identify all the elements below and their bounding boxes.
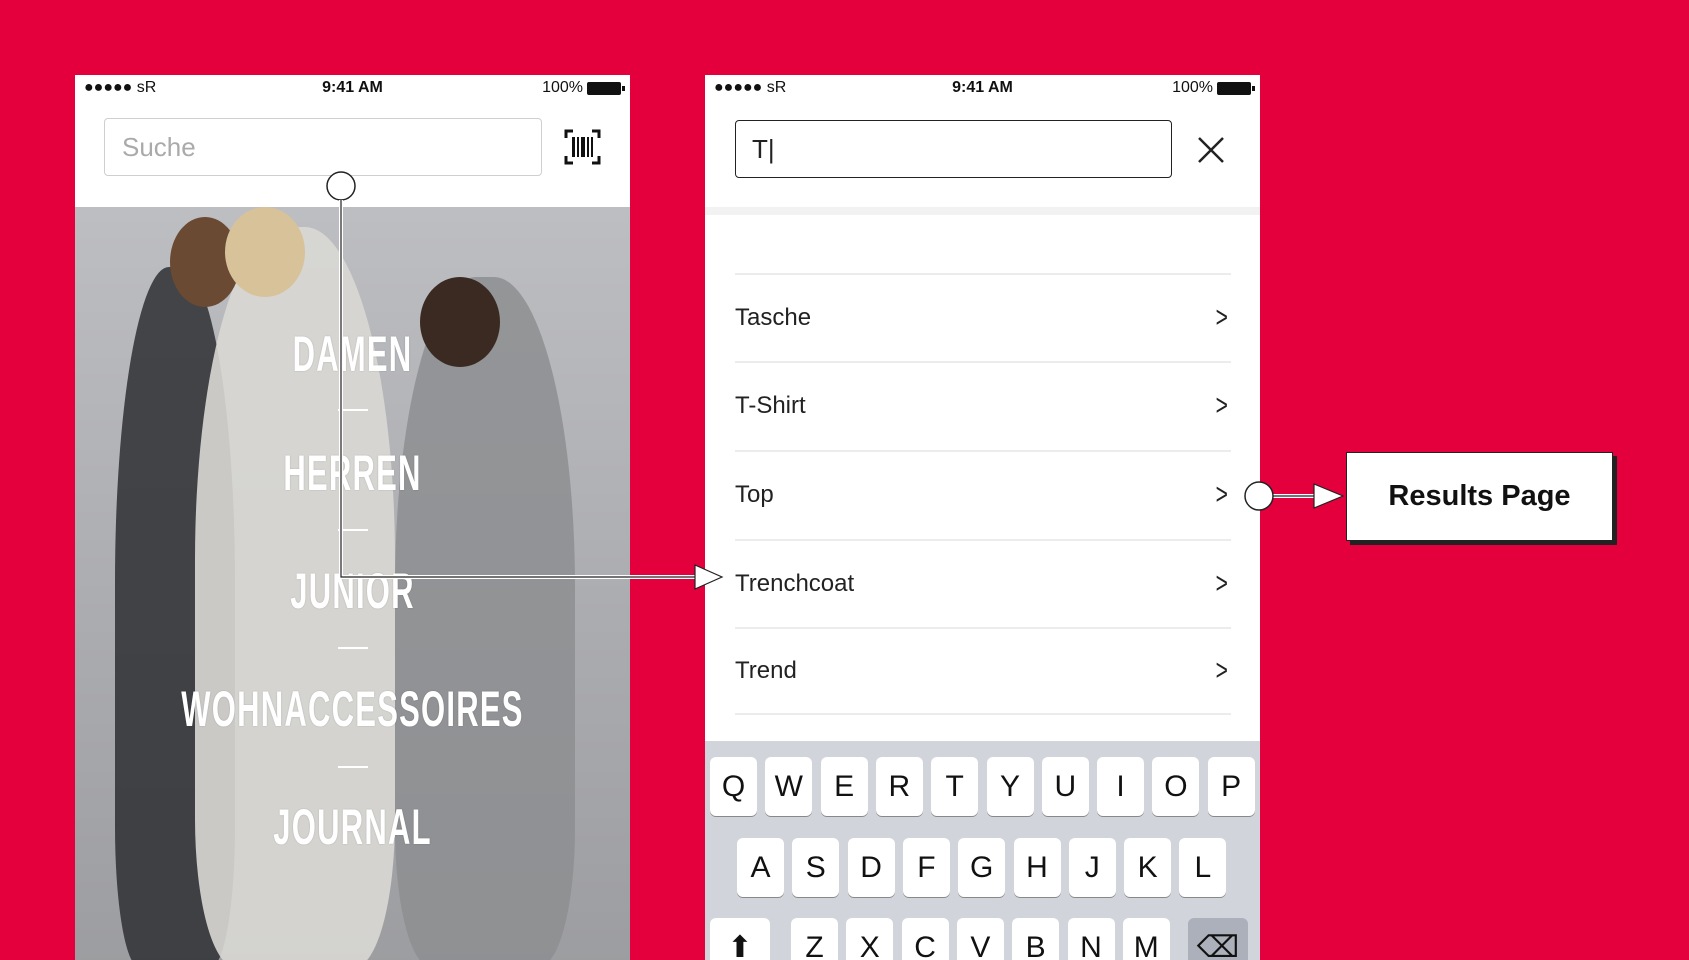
connector-home-to-search: [326, 171, 724, 590]
flow-connectors: [326, 171, 1345, 590]
connector-to-results: [1244, 481, 1345, 511]
